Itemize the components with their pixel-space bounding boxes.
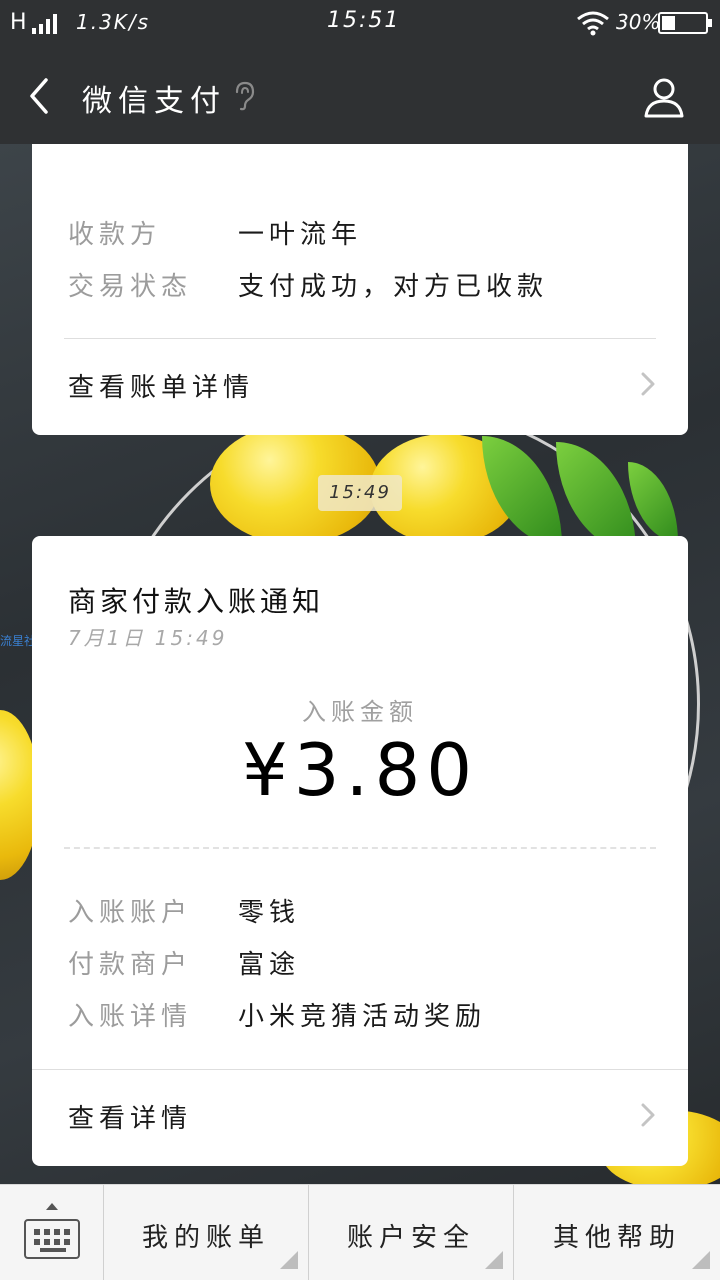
- row-key: 入账详情: [68, 1002, 193, 1032]
- bottom-menu: 我的账单 账户安全 其他帮助: [0, 1184, 720, 1280]
- keyboard-icon: [24, 1219, 80, 1259]
- clock: 15:51: [327, 8, 401, 33]
- row-value: 富途: [238, 950, 301, 980]
- menu-my-bills[interactable]: 我的账单: [103, 1185, 308, 1280]
- menu-label: 账户安全: [346, 1223, 475, 1253]
- row-key: 收款方: [68, 220, 162, 250]
- row-value: 支付成功，对方已收款: [238, 272, 549, 302]
- wifi-icon: [577, 11, 609, 36]
- link-label: 查看账单详情: [68, 373, 255, 403]
- caret-up-icon: [46, 1203, 58, 1210]
- page-title: 微信支付: [82, 84, 226, 119]
- view-details-link[interactable]: 查看详情: [32, 1070, 688, 1160]
- notice-time: 7月1日 15:49: [68, 626, 228, 650]
- chevron-right-icon: [641, 372, 655, 396]
- chevron-left-icon[interactable]: [20, 72, 68, 120]
- submenu-indicator-icon: [485, 1251, 503, 1269]
- row-key: 交易状态: [68, 272, 193, 302]
- menu-account-security[interactable]: 账户安全: [308, 1185, 513, 1280]
- status-bar: H 1.3K/s 15:51 30%: [0, 0, 720, 48]
- battery-icon: [658, 12, 712, 34]
- battery-fill: [662, 16, 675, 30]
- chevron-right-icon: [641, 1103, 655, 1127]
- menu-label: 其他帮助: [552, 1223, 681, 1253]
- person-icon[interactable]: [640, 74, 688, 122]
- row-key: 付款商户: [68, 950, 193, 980]
- view-bill-details-link[interactable]: 查看账单详情: [32, 339, 688, 429]
- row-value: 零钱: [238, 898, 301, 928]
- notice-title: 商家付款入账通知: [68, 585, 325, 618]
- title-bar: 微信支付: [0, 48, 720, 144]
- net-speed: 1.3K/s: [76, 10, 151, 34]
- row-value: 小米竞猜活动奖励: [238, 1002, 487, 1032]
- row-value: 一叶流年: [238, 220, 363, 250]
- menu-other-help[interactable]: 其他帮助: [513, 1185, 720, 1280]
- amount-label: 入账金额: [302, 698, 418, 726]
- signal-icon: [32, 14, 57, 34]
- signal-type: H: [10, 10, 27, 35]
- link-label: 查看详情: [68, 1104, 193, 1134]
- merchant-payment-card[interactable]: 商家付款入账通知 7月1日 15:49 入账金额 ¥3.80 入账账户 零钱 付…: [32, 536, 688, 1166]
- submenu-indicator-icon: [280, 1251, 298, 1269]
- keyboard-toggle-button[interactable]: [0, 1185, 103, 1280]
- payment-card: 收款方 一叶流年 交易状态 支付成功，对方已收款 查看账单详情: [32, 144, 688, 435]
- menu-label: 我的账单: [141, 1223, 270, 1253]
- amount-value: ¥3.80: [241, 728, 479, 812]
- ear-icon[interactable]: [232, 80, 256, 112]
- message-timestamp: 15:49: [318, 475, 402, 511]
- row-key: 入账账户: [68, 898, 193, 928]
- dashed-divider: [64, 847, 656, 849]
- battery-percent: 30%: [616, 10, 661, 34]
- submenu-indicator-icon: [692, 1251, 710, 1269]
